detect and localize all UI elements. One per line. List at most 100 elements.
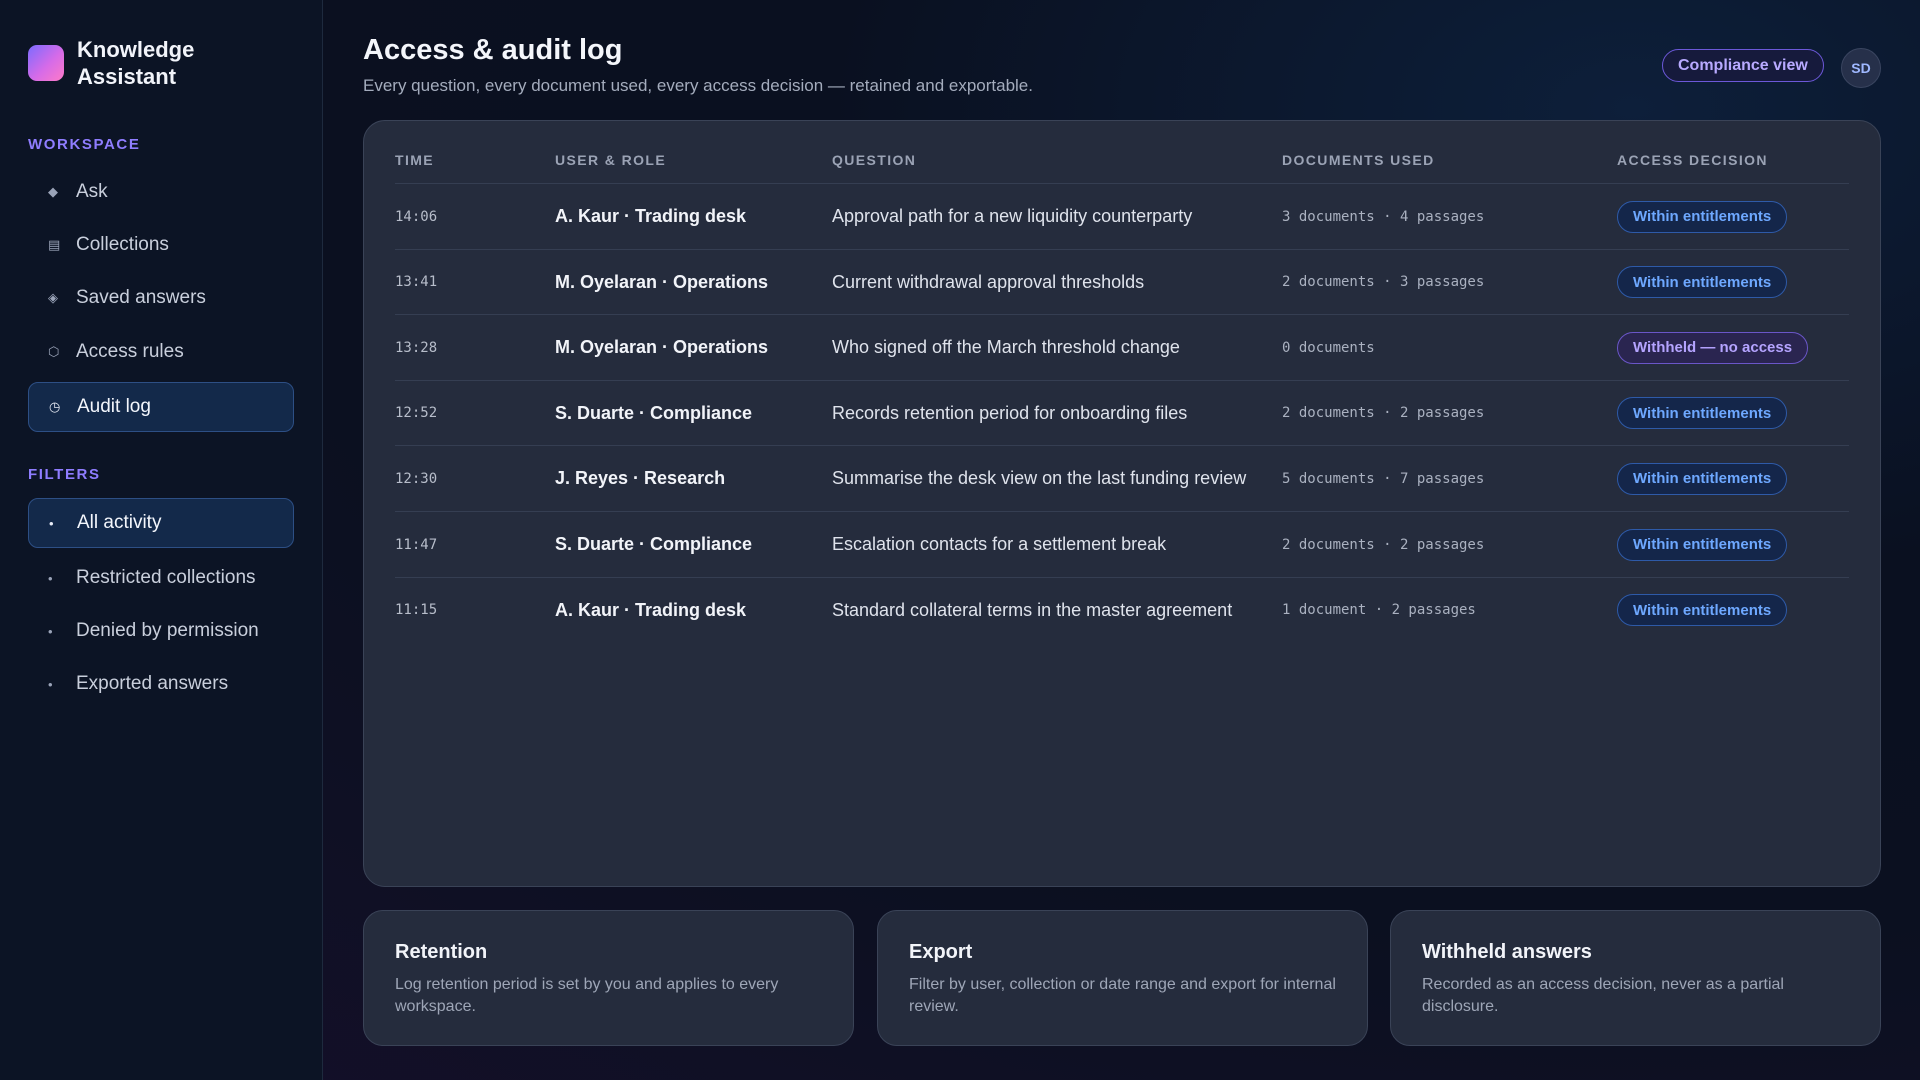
access-decision-cell: Within entitlements [1617,250,1788,315]
filters-section-label: FILTERS [28,466,101,483]
user-role-cell: S. Duarte · Compliance [555,402,753,423]
sidebar-item-label: Audit log [77,396,151,417]
retention-card: Retention Log retention period is set by… [363,910,854,1046]
compliance-view-button[interactable]: Compliance view [1662,49,1824,82]
withheld-answers-card: Withheld answers Recorded as an access d… [1390,910,1881,1046]
list-icon: ▤ [48,237,61,252]
user-role-cell: M. Oyelaran · Operations [555,337,769,358]
brand[interactable]: Knowledge Assistant [28,36,227,90]
filter-label: Exported answers [76,673,229,694]
filter-all-activity[interactable]: • All activity [28,498,294,548]
user-role-cell: A. Kaur · Trading desk [555,599,747,620]
bullet-icon: • [49,515,54,531]
time-cell: 13:28 [395,339,438,356]
sidebar: Knowledge Assistant WORKSPACE ◆ Ask ▤ Co… [0,0,323,1080]
documents-used-cell: 5 documents · 7 passages [1282,470,1485,487]
diamond-icon: ◆ [48,184,58,199]
bullet-icon: • [48,570,53,586]
sidebar-item-label: Ask [76,181,108,202]
card-text: Recorded as an access decision, never as… [1422,976,1784,1015]
status-badge: Within entitlements [1617,200,1788,233]
page-title: Access & audit log [363,34,623,66]
sidebar-item-label: Access rules [76,341,184,362]
user-role-cell: M. Oyelaran · Operations [555,271,769,292]
question-cell: Escalation contacts for a settlement bre… [832,534,1167,554]
status-badge: Within entitlements [1617,528,1788,561]
status-badge: Within entitlements [1617,397,1788,430]
time-cell: 11:47 [395,536,438,553]
column-header-time: TIME [395,152,435,168]
card-title: Withheld answers [1422,941,1592,963]
bullet-icon: • [48,623,53,639]
time-cell: 14:06 [395,208,438,225]
documents-used-cell: 2 documents · 3 passages [1282,274,1485,291]
sidebar-item-label: Collections [76,234,169,255]
status-badge: Within entitlements [1617,594,1788,627]
column-header-user-role: USER & ROLE [555,152,667,168]
documents-used-cell: 0 documents [1282,339,1375,356]
column-header-access-decision: ACCESS DECISION [1617,152,1768,168]
access-decision-cell: Within entitlements [1617,512,1788,577]
table-row[interactable]: 12:52 S. Duarte · Compliance Records reten… [395,379,1849,446]
question-cell: Approval path for a new liquidity counte… [832,206,1193,226]
time-cell: 12:30 [395,470,438,487]
card-text: Log retention period is set by you and a… [395,976,779,1015]
access-decision-cell: Within entitlements [1617,381,1788,446]
user-role-cell: S. Duarte · Compliance [555,534,753,554]
bullet-icon: • [48,676,53,692]
filter-exported-answers[interactable]: • Exported answers [28,659,294,709]
column-header-question: QUESTION [832,152,917,168]
sidebar-item-access-rules[interactable]: ⬡ Access rules [28,327,294,377]
status-badge: Within entitlements [1617,266,1788,299]
documents-used-cell: 3 documents · 4 passages [1282,208,1485,225]
app-name: Knowledge Assistant [77,37,195,89]
sidebar-item-ask[interactable]: ◆ Ask [28,167,294,217]
sidebar-item-saved-answers[interactable]: ◈ Saved answers [28,273,294,323]
sidebar-item-audit-log[interactable]: ◷ Audit log [28,382,294,432]
table-row[interactable]: 13:41 M. Oyelaran · Operations Current wit… [395,248,1849,315]
documents-used-cell: 1 document · 2 passages [1282,602,1476,619]
access-decision-cell: Within entitlements [1617,446,1788,511]
card-title: Export [909,941,973,963]
question-cell: Current withdrawal approval thresholds [832,271,1145,292]
filter-label: Restricted collections [76,567,256,588]
filter-restricted-collections[interactable]: • Restricted collections [28,553,294,603]
table-row[interactable]: 11:47 S. Duarte · Compliance Escalation co… [395,511,1849,577]
user-role-cell: J. Reyes · Research [555,468,726,489]
time-cell: 11:15 [395,602,438,619]
documents-used-cell: 2 documents · 2 passages [1282,536,1485,553]
bookmark-diamond-icon: ◈ [48,290,58,305]
question-cell: Records retention period for onboarding … [832,402,1188,423]
question-cell: Who signed off the March threshold chang… [832,337,1180,358]
time-cell: 12:52 [395,405,438,422]
documents-used-cell: 2 documents · 2 passages [1282,405,1485,422]
filter-label: All activity [77,512,162,533]
table-row[interactable]: 11:15 A. Kaur · Trading desk Standard coll… [395,576,1849,643]
question-cell: Summarise the desk view on the last fund… [832,468,1247,489]
sidebar-item-collections[interactable]: ▤ Collections [28,220,294,270]
question-cell: Standard collateral terms in the master … [832,599,1233,620]
status-badge: Within entitlements [1617,462,1788,495]
table-row[interactable]: 14:06 A. Kaur · Trading desk Approval path… [395,183,1849,249]
column-header-documents-used: DOCUMENTS USED [1282,152,1435,168]
status-badge: Withheld — no access [1617,331,1809,364]
avatar[interactable]: SD [1841,48,1881,88]
filter-label: Denied by permission [76,620,259,641]
user-role-cell: A. Kaur · Trading desk [555,206,747,226]
time-cell: 13:41 [395,274,438,291]
sidebar-item-label: Saved answers [76,287,206,308]
page-subtitle: Every question, every document used, eve… [363,76,1033,95]
table-row[interactable]: 13:28 M. Oyelaran · Operations Who signed … [395,314,1849,380]
access-decision-cell: Withheld — no access [1617,315,1809,380]
clock-icon: ◷ [49,399,61,414]
card-text: Filter by user, collection or date range… [909,976,1336,1015]
access-decision-cell: Within entitlements [1617,578,1788,643]
app-logo-icon [28,45,64,81]
shield-hexagon-icon: ⬡ [48,344,60,359]
card-title: Retention [395,941,488,963]
export-card: Export Filter by user, collection or dat… [877,910,1368,1046]
workspace-section-label: WORKSPACE [28,136,141,153]
access-decision-cell: Within entitlements [1617,184,1788,249]
filter-denied-by-permission[interactable]: • Denied by permission [28,606,294,656]
table-row[interactable]: 12:30 J. Reyes · Research Summarise the de… [395,445,1849,511]
